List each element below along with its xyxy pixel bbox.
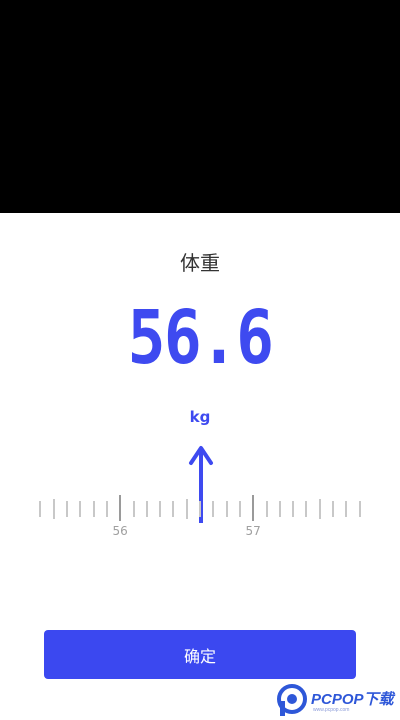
ruler-tick (238, 501, 241, 517)
sheet-title: 体重 (180, 251, 220, 275)
ruler-tick (105, 501, 108, 517)
ruler-tick (92, 501, 95, 517)
watermark: PCPOP下载 www.pcpop.com (277, 683, 397, 717)
ruler-tick (145, 501, 148, 517)
ruler-tick (225, 501, 228, 517)
weight-picker-sheet: 体重 56.6 kg 56 57 确定 PCPOP下载 www.pcpop.co… (0, 213, 400, 720)
ruler-tick (185, 499, 188, 519)
ruler-tick (292, 501, 295, 517)
ruler-tick (132, 501, 135, 517)
weight-unit: kg (189, 408, 211, 426)
weight-ruler[interactable]: 56 57 (30, 493, 370, 543)
ruler-tick (212, 501, 215, 517)
ruler-tick (358, 501, 361, 517)
ruler-tick (252, 495, 255, 521)
ruler-tick (159, 501, 162, 517)
ruler-tick (79, 501, 82, 517)
ruler-label-57: 57 (245, 524, 261, 538)
ruler-tick (265, 501, 268, 517)
ruler-label-56: 56 (112, 524, 128, 538)
ruler-tick (318, 499, 321, 519)
ruler-tick (52, 499, 55, 519)
ruler-tick (305, 501, 308, 517)
ruler-tick (345, 501, 348, 517)
ruler-tick (172, 501, 175, 517)
ruler-tick (199, 501, 201, 517)
ruler-tick (39, 501, 42, 517)
confirm-button[interactable]: 确定 (44, 630, 356, 679)
watermark-sub: www.pcpop.com (313, 707, 350, 713)
top-overlay (0, 0, 400, 213)
weight-value: 56.6 (127, 295, 274, 381)
watermark-brand: PCPOP下载 (311, 691, 394, 708)
ruler-tick (278, 501, 281, 517)
ruler-tick (332, 501, 334, 517)
ruler-tick (119, 495, 122, 521)
ruler-tick (66, 501, 68, 517)
pcpop-logo-icon (277, 684, 307, 716)
